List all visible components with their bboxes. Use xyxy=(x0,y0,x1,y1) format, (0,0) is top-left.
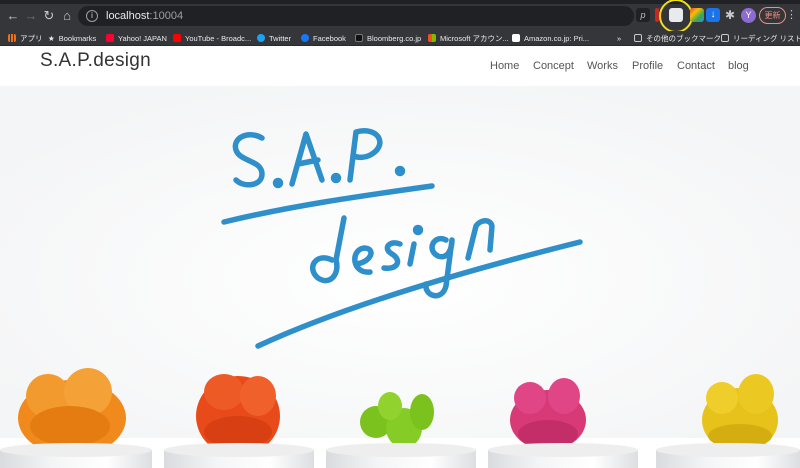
url-port: :10004 xyxy=(149,10,184,22)
bookmark-microsoft[interactable]: Microsoft アカウン... xyxy=(428,32,509,45)
bookmark-label: リーディング リスト xyxy=(733,34,800,43)
youtube-icon xyxy=(173,34,181,42)
bookmark-label: Facebook xyxy=(313,34,346,43)
bookmark-label: Bloomberg.co.jp xyxy=(367,34,422,43)
apps-grid-icon xyxy=(8,34,16,42)
bookmarks-overflow[interactable]: » xyxy=(617,32,621,45)
bookmark-label: Amazon.co.jp: Pri... xyxy=(524,34,590,43)
bloomberg-icon xyxy=(355,34,363,42)
yahoo-icon xyxy=(106,34,114,42)
forward-arrow-icon[interactable]: → xyxy=(22,7,40,25)
bookmark-label: Microsoft アカウン... xyxy=(440,34,509,43)
bookmark-bookmarks[interactable]: ★ Bookmarks xyxy=(48,32,96,45)
address-url[interactable]: localhost:10004 xyxy=(106,9,183,23)
kebab-menu-icon[interactable]: ⋮ xyxy=(786,7,797,24)
download-icon[interactable]: ↓ xyxy=(706,8,720,22)
bookmark-label: Bookmarks xyxy=(58,34,97,43)
overflow-chevron-icon: » xyxy=(617,34,622,43)
microsoft-icon xyxy=(428,34,436,42)
reload-icon[interactable]: ↻ xyxy=(40,7,58,25)
bookmark-reading-list[interactable]: リーディング リスト xyxy=(721,32,800,45)
star-icon: ★ xyxy=(48,34,55,43)
bookmark-label: Twitter xyxy=(269,34,292,43)
update-button[interactable]: 更新 xyxy=(759,7,786,24)
puzzle-icon[interactable]: ✱ xyxy=(723,8,737,22)
extension-p-icon[interactable]: p xyxy=(636,8,650,22)
browser-window: ← → ↻ ⌂ i localhost:10004 ☆ p ↓ ✱ Y 更新 ⋮… xyxy=(0,0,800,468)
hero-illustration xyxy=(0,86,800,468)
folder-icon xyxy=(634,34,642,42)
bookmark-amazon[interactable]: Amazon.co.jp: Pri... xyxy=(512,32,589,45)
twitter-icon xyxy=(257,34,265,42)
facebook-icon xyxy=(301,34,309,42)
site-info-icon[interactable]: i xyxy=(86,10,98,22)
bookmark-label: アプリ xyxy=(20,34,43,43)
bookmark-label: その他のブックマーク xyxy=(646,34,721,43)
nav-blog[interactable]: blog xyxy=(728,60,749,72)
bookmark-youtube[interactable]: YouTube - Broadc... xyxy=(173,32,251,45)
nav-concept[interactable]: Concept xyxy=(533,60,574,72)
bookmark-other-folder[interactable]: その他のブックマーク xyxy=(634,32,721,45)
web-page: S.A.P.design Home Concept Works Profile … xyxy=(0,46,800,468)
amazon-icon xyxy=(512,34,520,42)
back-arrow-icon[interactable]: ← xyxy=(4,7,22,25)
bookmark-label: Yahoo! JAPAN xyxy=(118,34,167,43)
home-icon[interactable]: ⌂ xyxy=(58,7,76,25)
nav-contact[interactable]: Contact xyxy=(677,60,715,72)
bookmark-yahoo[interactable]: Yahoo! JAPAN xyxy=(106,32,167,45)
site-logo[interactable]: S.A.P.design xyxy=(40,50,151,72)
bookmark-facebook[interactable]: Facebook xyxy=(301,32,346,45)
nav-home[interactable]: Home xyxy=(490,60,519,72)
bookmarks-bar: アプリ ★ Bookmarks Yahoo! JAPAN YouTube - Br… xyxy=(0,31,800,46)
highlight-circle xyxy=(659,0,693,33)
bookmark-twitter[interactable]: Twitter xyxy=(257,32,291,45)
profile-avatar[interactable]: Y xyxy=(741,8,756,23)
extension-color-icon[interactable] xyxy=(690,8,704,22)
bookmark-label: YouTube - Broadc... xyxy=(185,34,252,43)
browser-toolbar: ← → ↻ ⌂ i localhost:10004 ☆ p ↓ ✱ Y 更新 ⋮ xyxy=(0,0,800,33)
nav-works[interactable]: Works xyxy=(587,60,618,72)
address-bar[interactable]: i localhost:10004 ☆ xyxy=(78,6,702,26)
nav-profile[interactable]: Profile xyxy=(632,60,663,72)
reading-list-icon xyxy=(721,34,729,42)
bookmark-apps[interactable]: アプリ xyxy=(8,32,43,45)
url-host: localhost xyxy=(106,10,150,22)
bookmark-bloomberg[interactable]: Bloomberg.co.jp xyxy=(355,32,421,45)
